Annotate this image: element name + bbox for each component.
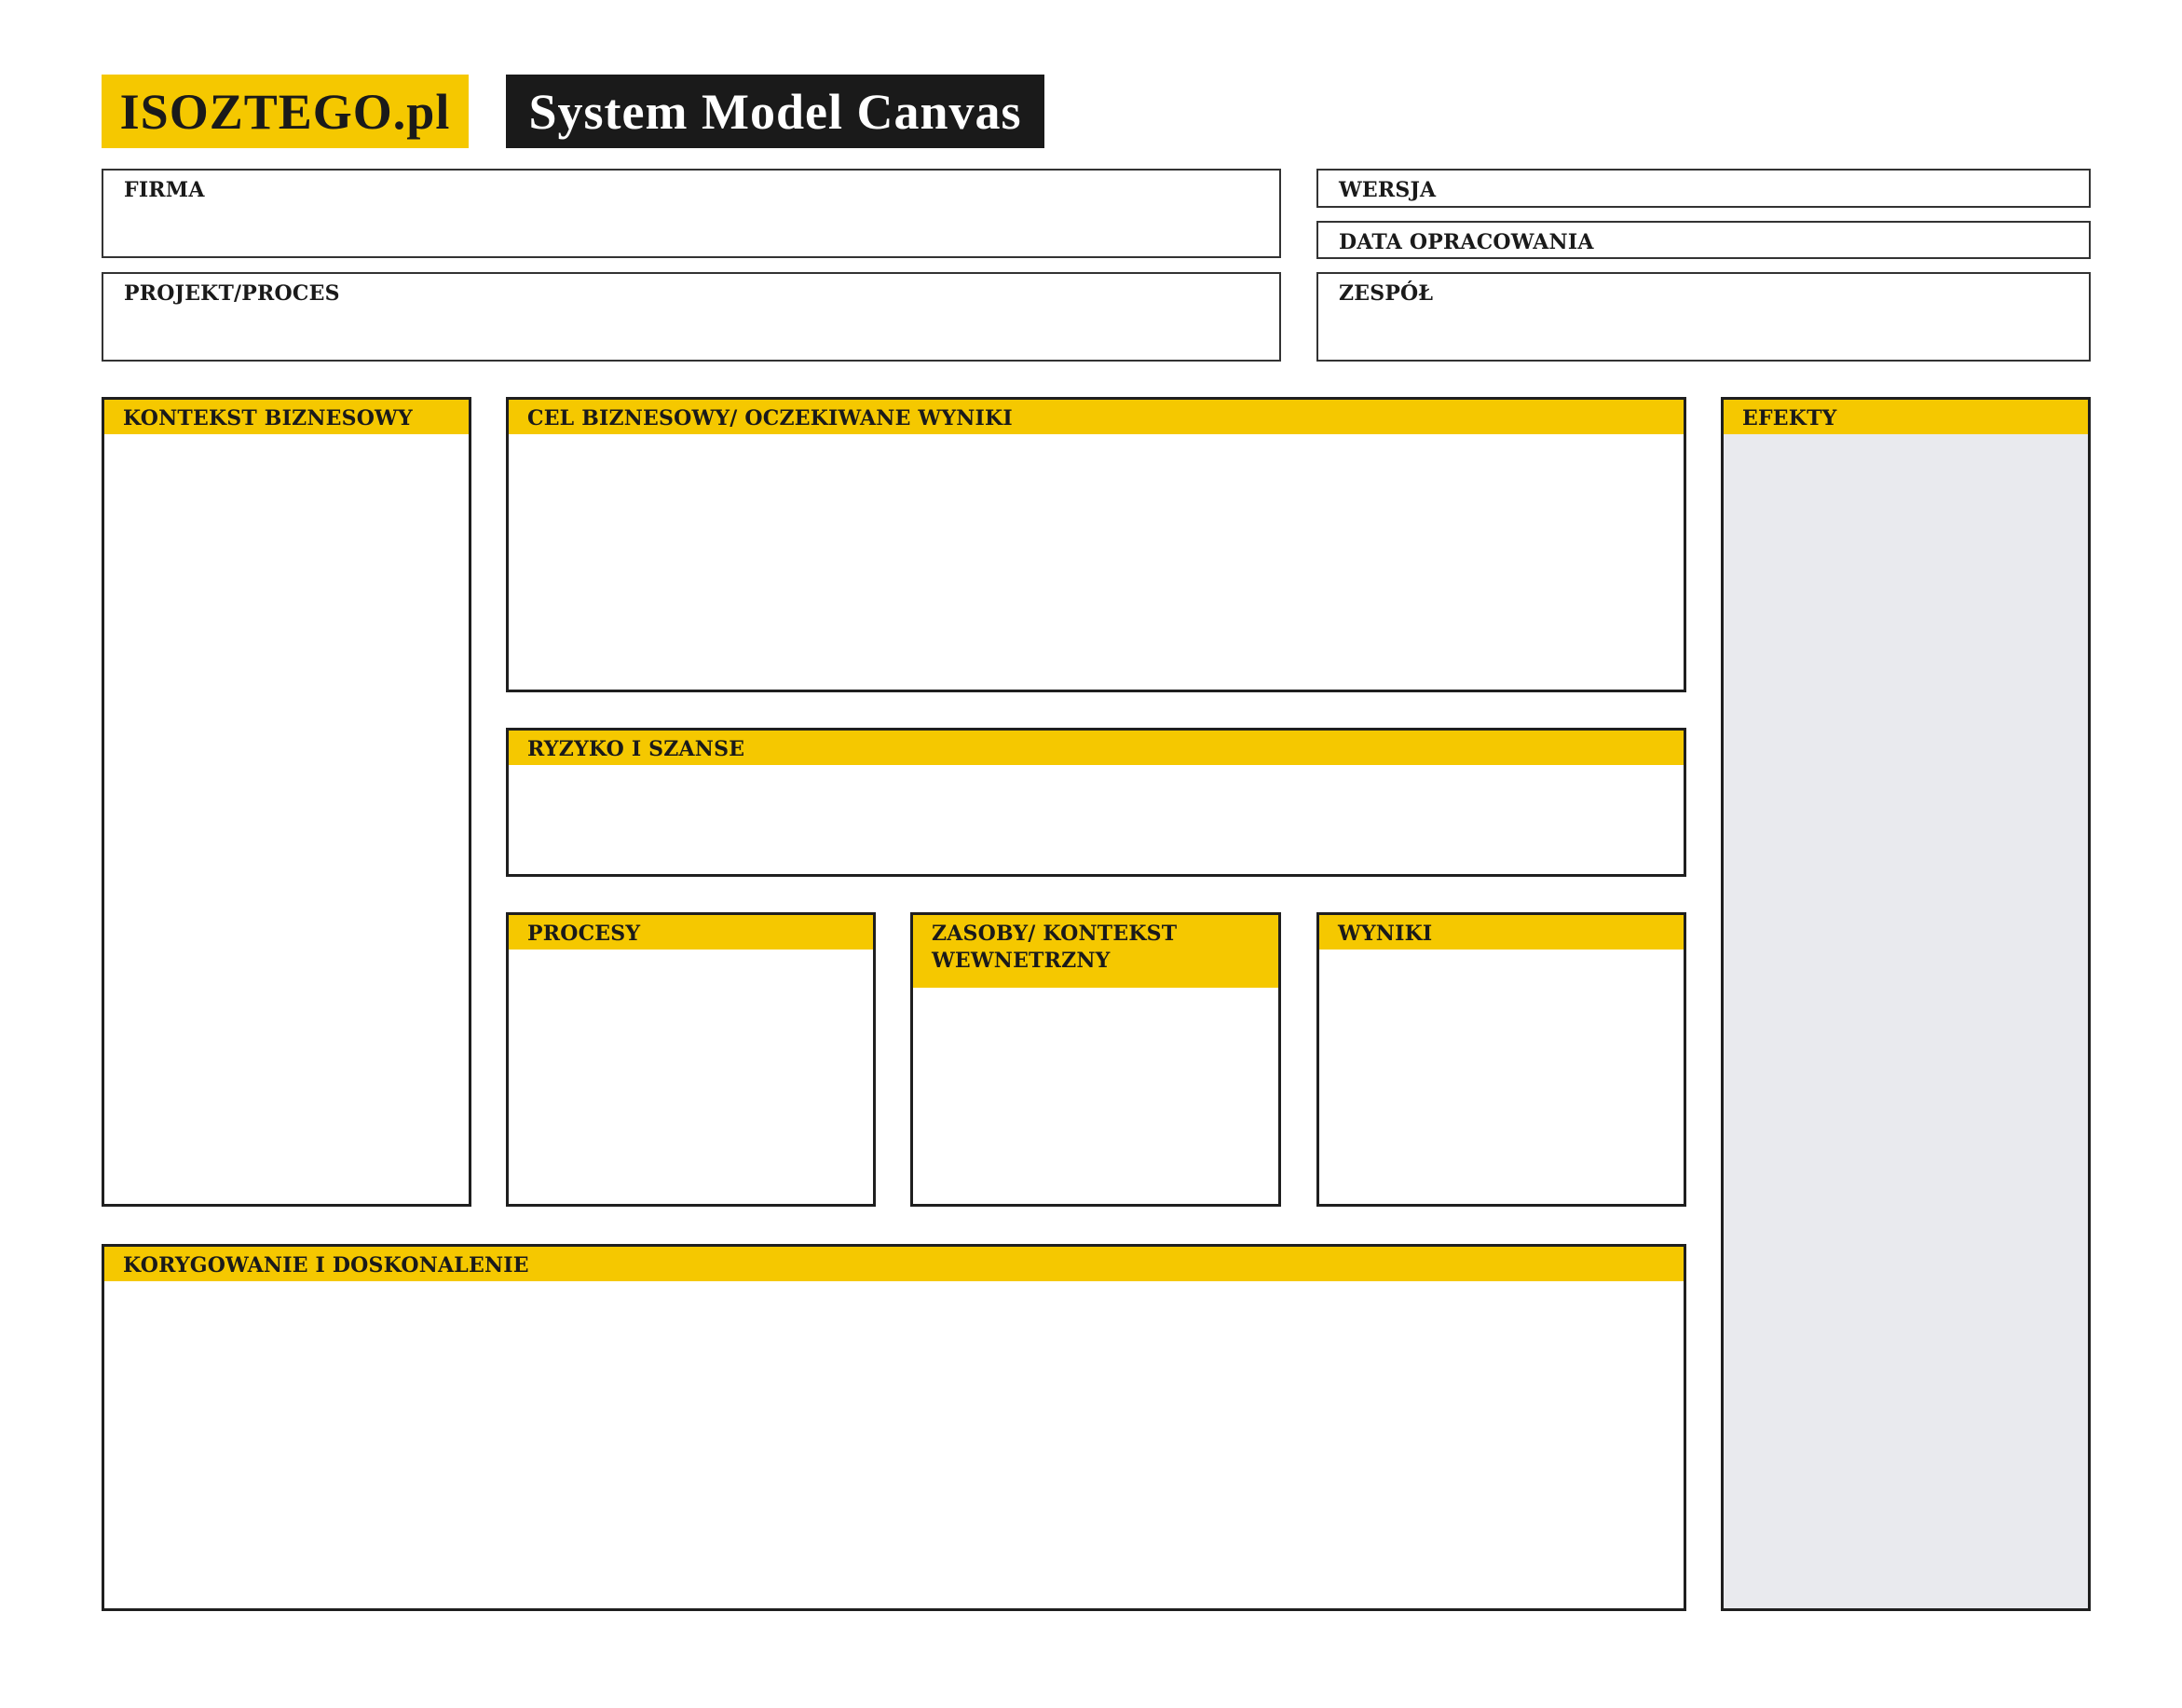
brand-logo: ISOZTEGO.pl (102, 75, 469, 148)
efekty-section[interactable]: EFEKTY (1721, 397, 2091, 1611)
cel-biznesowy-header: CEL BIZNESOWY/ OCZEKIWANE WYNIKI (509, 400, 1684, 434)
wyniki-header: WYNIKI (1319, 915, 1684, 950)
canvas-title-text: System Model Canvas (528, 83, 1022, 140)
data-opracowania-field[interactable]: DATA OPRACOWANIA (1316, 221, 2091, 259)
zasoby-header: ZASOBY/ KONTEKST WEWNETRZNY (913, 915, 1278, 988)
zespol-field[interactable]: ZESPÓŁ (1316, 272, 2091, 362)
wersja-label: WERSJA (1339, 178, 1437, 202)
brand-text: ISOZTEGO.pl (119, 83, 451, 140)
zasoby-section[interactable]: ZASOBY/ KONTEKST WEWNETRZNY (910, 912, 1281, 1207)
data-opracowania-label: DATA OPRACOWANIA (1339, 230, 1594, 254)
projekt-proces-field[interactable]: PROJEKT/PROCES (102, 272, 1281, 362)
wyniki-section[interactable]: WYNIKI (1316, 912, 1686, 1207)
kontekst-biznesowy-header: KONTEKST BIZNESOWY (104, 400, 469, 434)
canvas-title: System Model Canvas (506, 75, 1044, 148)
zespol-label: ZESPÓŁ (1339, 281, 1434, 306)
efekty-header: EFEKTY (1724, 400, 2088, 434)
kontekst-biznesowy-section[interactable]: KONTEKST BIZNESOWY (102, 397, 471, 1207)
korygowanie-header: KORYGOWANIE I DOSKONALENIE (104, 1247, 1684, 1281)
projekt-proces-label: PROJEKT/PROCES (124, 281, 340, 306)
wersja-field[interactable]: WERSJA (1316, 169, 2091, 208)
cel-biznesowy-section[interactable]: CEL BIZNESOWY/ OCZEKIWANE WYNIKI (506, 397, 1686, 692)
ryzyko-szanse-header: RYZYKO I SZANSE (509, 731, 1684, 765)
procesy-header: PROCESY (509, 915, 873, 950)
procesy-section[interactable]: PROCESY (506, 912, 876, 1207)
firma-label: FIRMA (124, 178, 205, 202)
firma-field[interactable]: FIRMA (102, 169, 1281, 258)
korygowanie-section[interactable]: KORYGOWANIE I DOSKONALENIE (102, 1244, 1686, 1611)
ryzyko-szanse-section[interactable]: RYZYKO I SZANSE (506, 728, 1686, 877)
